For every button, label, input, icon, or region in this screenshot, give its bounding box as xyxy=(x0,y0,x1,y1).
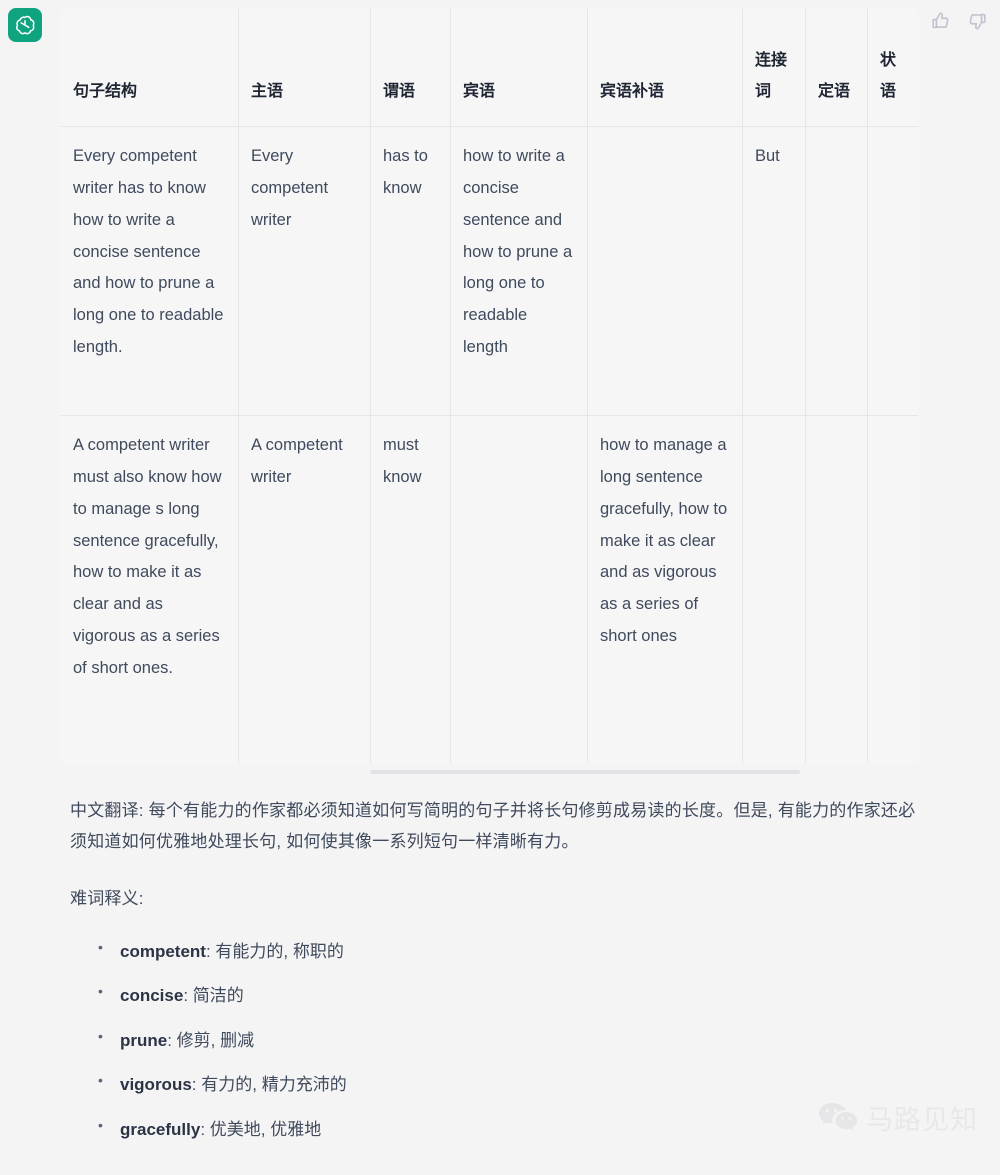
wechat-icon xyxy=(816,1101,860,1135)
vocab-definition: : 优美地, 优雅地 xyxy=(200,1119,322,1139)
column-header-adverbial: 状语 xyxy=(867,9,918,127)
list-item: vigorous: 有力的, 精力充沛的 xyxy=(98,1070,940,1098)
vocabulary-heading: 难词释义: xyxy=(70,888,144,908)
column-header-sentence-structure: 句子结构 xyxy=(61,9,239,127)
vocab-term: vigorous xyxy=(120,1075,192,1095)
vocabulary-list: competent: 有能力的, 称职的 concise: 简洁的 prune:… xyxy=(60,937,940,1143)
column-header-conjunction: 连接词 xyxy=(742,9,806,127)
column-header-object-complement: 宾语补语 xyxy=(587,9,743,127)
cell-adverbial xyxy=(867,415,918,763)
translation-paragraph: 中文翻译: 每个有能力的作家都必须知道如何写简明的句子并将长句修剪成易读的长度。… xyxy=(70,801,916,851)
grammar-table-container[interactable]: 句子结构 主语 谓语 宾语 宾语补语 连接词 定语 状语 Every compe… xyxy=(60,8,920,774)
watermark: 马路见知 xyxy=(816,1098,978,1137)
cell-object-complement: how to manage a long sentence gracefully… xyxy=(587,415,743,763)
vocab-definition: : 有力的, 精力充沛的 xyxy=(191,1075,347,1095)
cell-object xyxy=(450,415,588,763)
table-body: Every competent writer has to know how t… xyxy=(61,126,918,763)
grammar-table: 句子结构 主语 谓语 宾语 宾语补语 连接词 定语 状语 Every compe… xyxy=(60,8,919,764)
list-item: competent: 有能力的, 称职的 xyxy=(98,937,940,965)
vocab-definition: : 修剪, 删减 xyxy=(167,1030,255,1050)
cell-object: how to write a concise sentence and how … xyxy=(450,126,588,416)
horizontal-scrollbar[interactable] xyxy=(370,770,800,774)
cell-adverbial xyxy=(867,126,918,416)
list-item: prune: 修剪, 删减 xyxy=(98,1026,940,1054)
cell-object-complement xyxy=(587,126,743,416)
list-item: gracefully: 优美地, 优雅地 xyxy=(98,1115,940,1143)
thumbs-down-icon[interactable] xyxy=(966,10,988,32)
table-row: A competent writer must also know how to… xyxy=(61,415,918,763)
column-header-subject: 主语 xyxy=(238,9,371,127)
watermark-text: 马路见知 xyxy=(866,1105,978,1136)
cell-predicate: must know xyxy=(370,415,451,763)
vocab-term: concise xyxy=(120,986,184,1006)
cell-sentence-structure: Every competent writer has to know how t… xyxy=(61,126,239,416)
cell-predicate: has to know xyxy=(370,126,451,416)
cell-sentence-structure: A competent writer must also know how to… xyxy=(61,415,239,763)
table-header-row: 句子结构 主语 谓语 宾语 宾语补语 连接词 定语 状语 xyxy=(61,9,918,127)
vocab-term: gracefully xyxy=(120,1119,201,1139)
vocab-term: competent xyxy=(120,941,206,961)
column-header-predicate: 谓语 xyxy=(370,9,451,127)
cell-conjunction xyxy=(742,415,806,763)
cell-subject: Every competent writer xyxy=(238,126,371,416)
column-header-object: 宾语 xyxy=(450,9,588,127)
table-header: 句子结构 主语 谓语 宾语 宾语补语 连接词 定语 状语 xyxy=(61,9,918,127)
table-row: Every competent writer has to know how t… xyxy=(61,126,918,416)
vocab-definition: : 简洁的 xyxy=(183,986,244,1006)
vocab-term: prune xyxy=(120,1030,168,1050)
cell-attributive xyxy=(805,126,868,416)
message-content: 句子结构 主语 谓语 宾语 宾语补语 连接词 定语 状语 Every compe… xyxy=(60,0,940,1161)
vocab-definition: : 有能力的, 称职的 xyxy=(205,941,344,961)
column-header-attributive: 定语 xyxy=(805,9,868,127)
chatgpt-avatar xyxy=(8,8,42,42)
cell-subject: A competent writer xyxy=(238,415,371,763)
cell-attributive xyxy=(805,415,868,763)
chatgpt-logo-icon xyxy=(13,13,37,37)
cell-conjunction: But xyxy=(742,126,806,416)
list-item: concise: 简洁的 xyxy=(98,981,940,1009)
